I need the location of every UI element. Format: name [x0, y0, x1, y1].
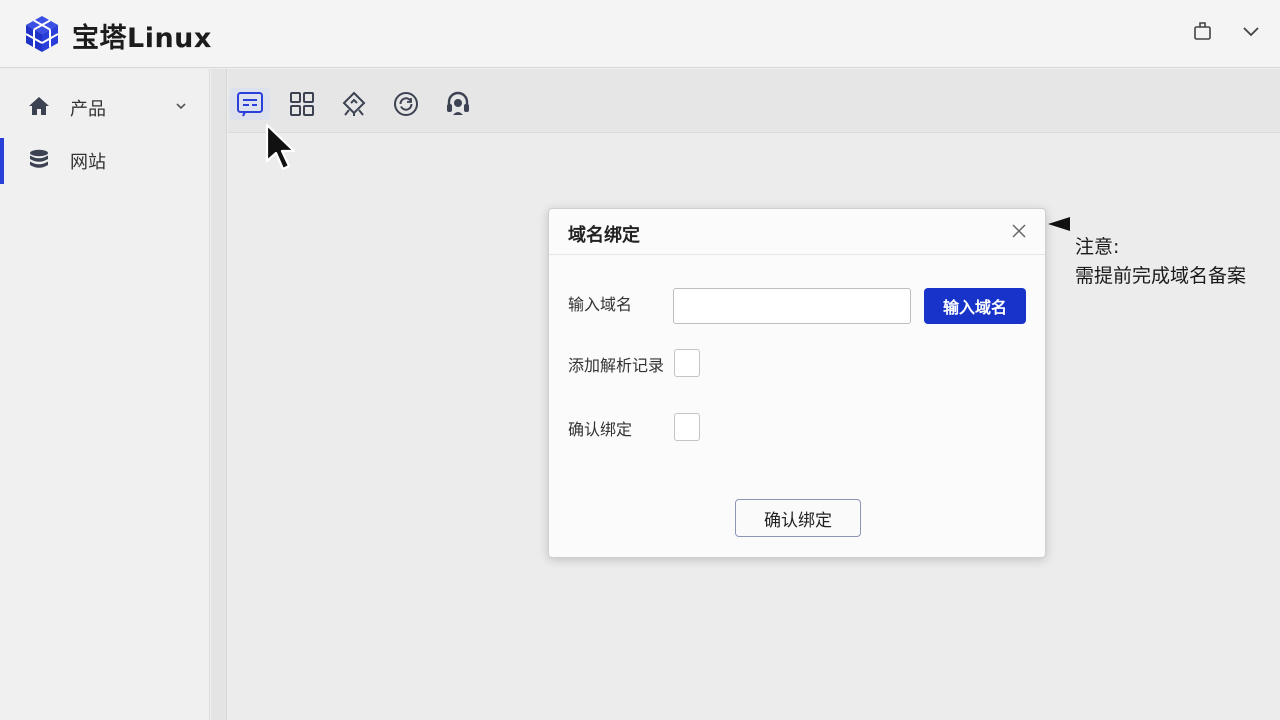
note-title: 注意: — [1075, 236, 1120, 258]
toolbar-grid-button[interactable] — [282, 88, 322, 120]
close-icon[interactable] — [1011, 223, 1027, 239]
toolbar-support-button[interactable] — [438, 88, 478, 120]
dns-record-label: 添加解析记录 — [568, 356, 665, 375]
support-icon — [447, 91, 469, 115]
dialog-header: 域名绑定 — [549, 209, 1045, 255]
dns-record-checkbox[interactable] — [674, 349, 700, 377]
sidebar-item-products[interactable]: 产品 — [0, 83, 209, 129]
confirm-binding-button[interactable]: 确认绑定 — [735, 499, 861, 537]
sidebar-item-label: 产品 — [70, 99, 106, 120]
database-stack-icon — [30, 149, 48, 168]
domain-input[interactable] — [673, 288, 911, 324]
window-icon[interactable] — [1192, 20, 1214, 42]
chevron-down-icon[interactable] — [1240, 20, 1262, 42]
app-title: 宝塔Linux — [72, 23, 212, 54]
note-body: 需提前完成域名备案 — [1075, 265, 1247, 287]
home-icon — [29, 97, 49, 115]
toolbar-deploy-button[interactable] — [334, 88, 374, 120]
toolbar — [228, 69, 1280, 133]
toolbar-refresh-button[interactable] — [386, 88, 426, 120]
sidebar: 产品 网站 — [0, 69, 210, 720]
dialog-title: 域名绑定 — [568, 225, 640, 246]
sidebar-item-label: 网站 — [70, 152, 106, 173]
chevron-down-icon — [176, 103, 186, 110]
deploy-icon — [342, 91, 366, 116]
toolbar-domain-button[interactable] — [230, 88, 270, 120]
domain-form-icon — [237, 92, 263, 117]
domain-label: 输入域名 — [568, 295, 633, 314]
confirm-binding-checkbox[interactable] — [674, 413, 700, 441]
confirm-binding-label: 确认绑定 — [568, 420, 633, 439]
domain-binding-dialog: 域名绑定 输入域名 输入域名 添加解析记录 确认绑定 确认绑定 — [548, 208, 1046, 558]
refresh-circle-icon — [394, 92, 418, 116]
app-window: 宝塔Linux 产品 网站 域名绑定 输入域名 输入域名 添加解析记录 确认绑定… — [0, 0, 1280, 720]
grid-icon — [290, 92, 314, 116]
content-gutter — [211, 69, 227, 720]
logo-icon — [25, 16, 59, 52]
sidebar-item-websites[interactable]: 网站 — [0, 136, 209, 184]
cursor-arrow-icon — [265, 123, 296, 171]
enter-domain-button[interactable]: 输入域名 — [924, 288, 1026, 324]
top-header: 宝塔Linux — [0, 0, 1280, 68]
pointer-arrow-icon — [1048, 217, 1070, 231]
